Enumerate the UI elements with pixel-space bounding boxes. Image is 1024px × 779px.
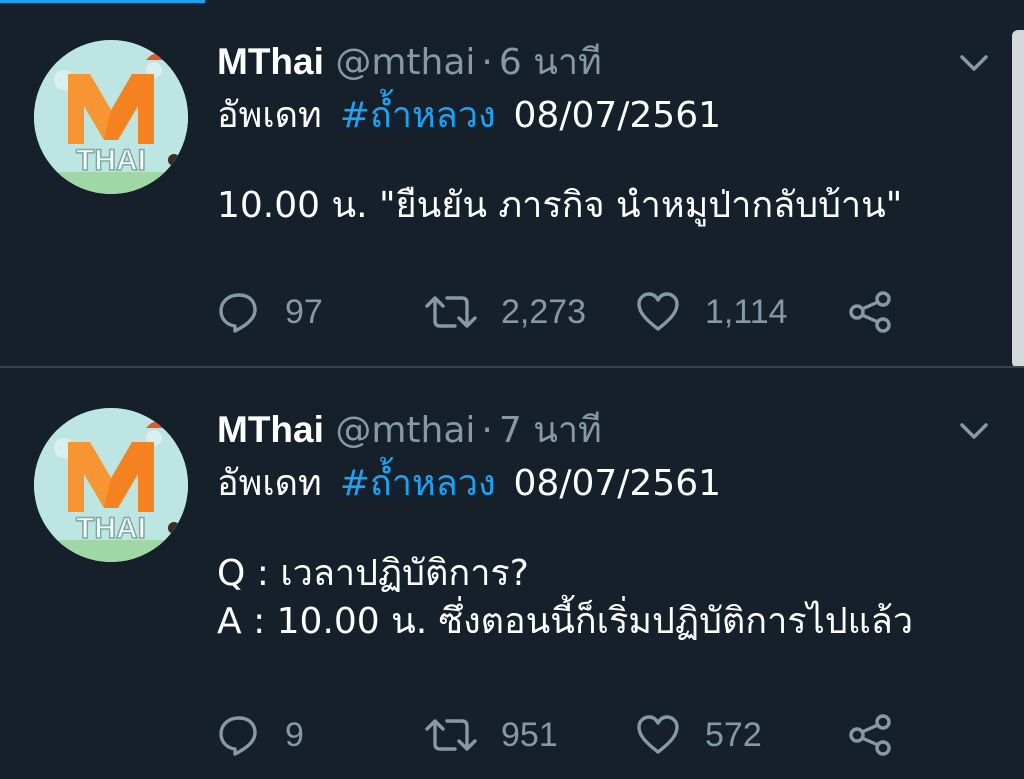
retweet-button[interactable]: 951	[425, 711, 558, 759]
share-icon	[847, 713, 893, 757]
share-button[interactable]	[847, 711, 893, 759]
like-icon	[635, 713, 681, 757]
retweet-icon	[425, 290, 477, 334]
share-button[interactable]	[847, 288, 893, 336]
author-handle[interactable]: @mthai	[335, 42, 475, 83]
tweet-header: MThai @mthai · 7 นาที	[217, 404, 602, 456]
tweet-line-1: อัพเดท #ถ้ำหลวง 08/07/2561	[217, 94, 997, 138]
tweet-actions: 9 951 572	[217, 711, 907, 759]
reply-count: 9	[285, 715, 304, 754]
like-button[interactable]: 572	[635, 711, 762, 759]
author-name[interactable]: MThai	[217, 41, 324, 82]
separator: ·	[481, 42, 493, 83]
tweet-header: MThai @mthai · 6 นาที	[217, 36, 602, 88]
reply-count: 97	[285, 292, 323, 331]
tweet-text: อัพเดท #ถ้ำหลวง 08/07/2561 10.00 น. "ยืนยั…	[217, 94, 997, 228]
retweet-count: 951	[501, 715, 558, 754]
reply-button[interactable]: 97	[217, 288, 323, 336]
like-button[interactable]: 1,114	[635, 288, 788, 336]
reply-button[interactable]: 9	[217, 711, 304, 759]
tweet[interactable]: THAI MThai @mthai · 7 นาที อัพเดท #ถ้ำหลวง 0…	[0, 368, 1012, 779]
tweet-line-1: อัพเดท #ถ้ำหลวง 08/07/2561	[217, 462, 997, 506]
retweet-count: 2,273	[501, 292, 587, 331]
scrollbar[interactable]	[1012, 30, 1024, 368]
share-icon	[847, 290, 893, 334]
mthai-logo: THAI	[34, 40, 188, 194]
avatar[interactable]: THAI	[34, 40, 188, 194]
tweet-body-line: A : 10.00 น. ซึ่งตอนนี้ก็เริ่มปฏิบัติการ…	[217, 601, 914, 642]
reply-icon	[217, 713, 261, 757]
avatar[interactable]: THAI	[34, 408, 188, 562]
chevron-down-icon[interactable]	[956, 416, 992, 446]
hashtag-link[interactable]: #ถ้ำหลวง	[340, 95, 496, 136]
like-icon	[635, 290, 681, 334]
svg-text:THAI: THAI	[76, 144, 146, 177]
like-count: 572	[705, 715, 762, 754]
update-date: 08/07/2561	[513, 463, 722, 504]
reply-icon	[217, 290, 261, 334]
hashtag-link[interactable]: #ถ้ำหลวง	[340, 463, 496, 504]
timestamp[interactable]: 6 นาที	[499, 42, 602, 83]
like-count: 1,114	[705, 292, 788, 331]
separator: ·	[481, 410, 493, 451]
update-date: 08/07/2561	[513, 95, 722, 136]
author-handle[interactable]: @mthai	[335, 410, 475, 451]
tweet[interactable]: THAI MThai @mthai · 6 นาที อัพเดท #ถ้ำหลวง 0…	[0, 0, 1012, 366]
retweet-button[interactable]: 2,273	[425, 288, 586, 336]
tweet-body-line: 10.00 น. "ยืนยัน ภารกิจ นำหมูป่ากลับบ้าน…	[217, 185, 903, 226]
author-name[interactable]: MThai	[217, 409, 324, 450]
tweet-text: อัพเดท #ถ้ำหลวง 08/07/2561 Q : เวลาปฏิบัติ…	[217, 462, 997, 644]
svg-text:THAI: THAI	[76, 512, 146, 545]
retweet-icon	[425, 713, 477, 757]
update-label: อัพเดท	[217, 95, 322, 136]
update-label: อัพเดท	[217, 463, 322, 504]
mthai-logo: THAI	[34, 408, 188, 562]
tweet-actions: 97 2,273 1,114	[217, 288, 907, 336]
chevron-down-icon[interactable]	[956, 48, 992, 78]
timestamp[interactable]: 7 นาที	[499, 410, 602, 451]
tweet-body-line: Q : เวลาปฏิบัติการ?	[217, 553, 529, 594]
